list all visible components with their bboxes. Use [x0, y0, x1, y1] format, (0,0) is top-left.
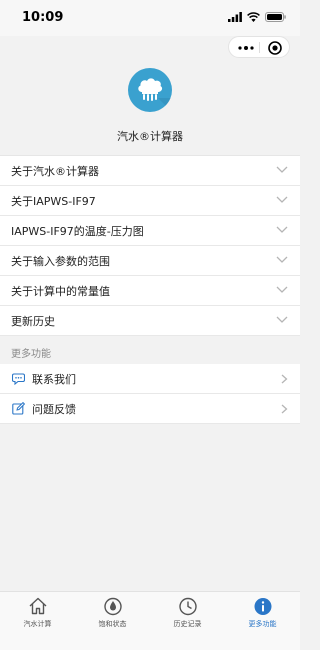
- tab-label: 更多功能: [248, 620, 277, 628]
- kettle-logo-icon: [138, 78, 172, 112]
- menu-item-changelog[interactable]: 更新历史: [0, 306, 300, 336]
- tab-more[interactable]: 更多功能: [225, 592, 300, 650]
- menu-item-constants[interactable]: 关于计算中的常量值: [0, 276, 300, 306]
- chevron-down-icon: [276, 166, 288, 173]
- tab-saturation[interactable]: 饱和状态: [75, 592, 150, 650]
- wifi-icon: [247, 12, 260, 22]
- menu-item-about-iapws[interactable]: 关于IAPWS-IF97: [0, 186, 300, 216]
- tab-label: 历史记录: [173, 620, 202, 628]
- contact-us-label: 联系我们: [32, 372, 76, 386]
- info-icon: [254, 598, 271, 615]
- menu-item-label: 关于输入参数的范围: [11, 254, 110, 268]
- tab-steam-calc[interactable]: 汽水计算: [0, 592, 75, 650]
- more-dots-icon[interactable]: [238, 46, 254, 50]
- drop-icon: [103, 597, 122, 616]
- tab-label: 饱和状态: [98, 620, 127, 628]
- status-icons: [228, 12, 286, 22]
- tab-label: 汽水计算: [23, 620, 52, 628]
- menu-item-label: 关于汽水®计算器: [11, 164, 99, 178]
- bottom-tab-bar: 汽水计算 饱和状态 历史记录 更多功能: [0, 591, 300, 650]
- status-bar: 10:09: [0, 0, 300, 36]
- battery-icon: [265, 12, 286, 22]
- chevron-down-icon: [276, 316, 288, 323]
- chevron-down-icon: [276, 226, 288, 233]
- more-functions-list: 联系我们 问题反馈: [0, 364, 300, 424]
- edit-icon: [12, 402, 25, 415]
- chevron-down-icon: [276, 196, 288, 203]
- section-title: 更多功能: [11, 348, 51, 360]
- tab-history[interactable]: 历史记录: [150, 592, 225, 650]
- feedback-item[interactable]: 问题反馈: [0, 394, 300, 424]
- clock-icon: [178, 597, 197, 616]
- chat-icon: [12, 373, 25, 385]
- app-logo: [128, 68, 172, 112]
- home-icon: [29, 597, 46, 615]
- chevron-right-icon: [281, 404, 288, 414]
- menu-item-label: 关于计算中的常量值: [11, 284, 110, 298]
- signal-icon: [228, 12, 242, 22]
- menu-item-label: IAPWS-IF97的温度-压力图: [11, 224, 144, 238]
- chevron-down-icon: [276, 256, 288, 263]
- menu-item-input-range[interactable]: 关于输入参数的范围: [0, 246, 300, 276]
- contact-us-item[interactable]: 联系我们: [0, 364, 300, 394]
- menu-item-label: 关于IAPWS-IF97: [11, 194, 96, 208]
- app-name: 汽水®计算器: [117, 130, 183, 143]
- section-header-more: 更多功能: [0, 340, 300, 364]
- menu-item-label: 更新历史: [11, 314, 55, 328]
- about-menu: 关于汽水®计算器 关于IAPWS-IF97 IAPWS-IF97的温度-压力图 …: [0, 155, 300, 336]
- menu-item-temp-pressure-chart[interactable]: IAPWS-IF97的温度-压力图: [0, 216, 300, 246]
- app-header: 汽水®计算器: [0, 64, 300, 154]
- status-time: 10:09: [22, 10, 64, 25]
- miniprogram-capsule: [228, 36, 290, 58]
- feedback-label: 问题反馈: [32, 402, 76, 416]
- chevron-right-icon: [281, 374, 288, 384]
- menu-item-about-app[interactable]: 关于汽水®计算器: [0, 156, 300, 186]
- capsule-divider: [259, 42, 260, 53]
- close-target-icon[interactable]: [267, 40, 283, 56]
- chevron-down-icon: [276, 286, 288, 293]
